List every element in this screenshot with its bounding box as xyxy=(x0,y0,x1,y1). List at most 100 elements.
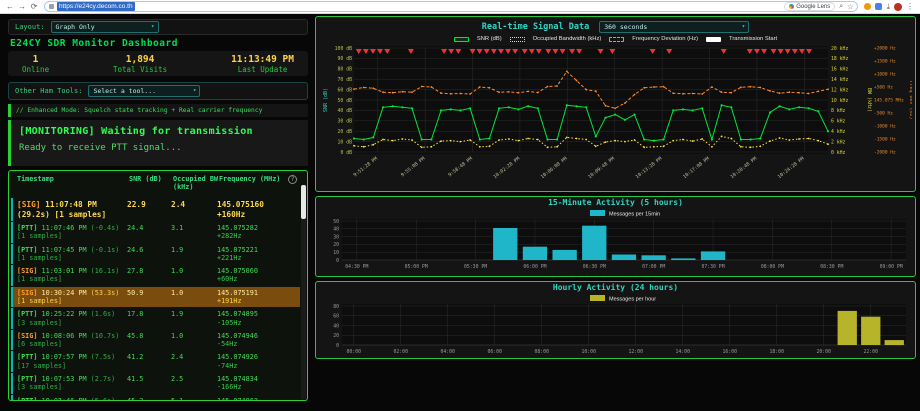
search-icon[interactable]: ⌕ xyxy=(839,3,843,11)
svg-text:06:00: 06:00 xyxy=(488,349,503,355)
cell-timestamp: [PTT] 11:07:46 PM (-0.4s) [1 samples] xyxy=(17,224,127,241)
table-row[interactable]: [PTT] 11:07:46 PM (-0.4s) [1 samples]24.… xyxy=(11,222,300,243)
layout-select[interactable]: Graph Only xyxy=(51,21,159,33)
cell-frequency: 145.075221+221Hz xyxy=(217,246,300,263)
svg-text:02:00: 02:00 xyxy=(394,349,409,355)
svg-text:18 kHz: 18 kHz xyxy=(831,56,848,62)
activity15-title: 15-Minute Activity (5 hours) xyxy=(316,197,915,208)
realtime-chart-panel: Real-time Signal Data 360 seconds SNR (d… xyxy=(315,16,916,192)
cell-timestamp: [PTT] 10:25:22 PM (1.6s) [3 samples] xyxy=(17,310,127,327)
profile-avatar[interactable] xyxy=(894,3,902,11)
cell-timestamp: [PTT] 10:07:46 PM (5.6s) [11 samples] xyxy=(17,397,127,401)
table-row[interactable]: [PTT] 10:07:57 PM (7.5s) [17 samples]41.… xyxy=(11,351,300,372)
legend-label-transmission[interactable]: Transmission Start xyxy=(729,36,777,42)
svg-text:22:00: 22:00 xyxy=(864,349,879,355)
svg-text:16 kHz: 16 kHz xyxy=(831,67,848,73)
table-row[interactable]: [SIG] 10:08:06 PM (10.7s) [6 samples]45.… xyxy=(11,330,300,351)
google-lens-button[interactable]: Google Lens xyxy=(784,2,835,11)
svg-text:12:00: 12:00 xyxy=(629,349,644,355)
cell-bw: 5.1 xyxy=(171,397,217,401)
svg-text:8 kHz: 8 kHz xyxy=(831,108,846,114)
bookmark-star-icon[interactable]: ☆ xyxy=(847,3,853,11)
forward-icon[interactable]: → xyxy=(16,1,28,13)
hourly-chart: 02040608000:0002:0004:0006:0008:0010:001… xyxy=(320,293,912,359)
svg-text:08:00: 08:00 xyxy=(535,349,550,355)
site-info-icon[interactable] xyxy=(49,4,54,9)
cell-bw: 2.5 xyxy=(171,375,217,392)
table-row[interactable]: [SIG] 11:03:01 PM (16.1s) [1 samples]27.… xyxy=(11,265,300,286)
table-scrollbar[interactable] xyxy=(301,185,306,399)
svg-text:40: 40 xyxy=(333,227,339,233)
svg-text:10:20:48 PM: 10:20:48 PM xyxy=(729,156,758,180)
svg-text:09:00 PM: 09:00 PM xyxy=(880,264,903,270)
svg-text:14 kHz: 14 kHz xyxy=(831,77,848,83)
svg-text:20: 20 xyxy=(333,333,339,339)
svg-text:Messages per hour: Messages per hour xyxy=(609,296,656,302)
svg-text:BW (kHz): BW (kHz) xyxy=(866,88,872,112)
svg-text:SNR (dB): SNR (dB) xyxy=(323,88,329,112)
svg-text:145.075 MHz: 145.075 MHz xyxy=(874,98,904,104)
svg-text:100 dB: 100 dB xyxy=(335,46,352,52)
ham-tools-label: Other Ham Tools: xyxy=(15,87,82,95)
ham-tools-select[interactable]: Select a tool... xyxy=(88,85,200,97)
stat-online-value: 1 xyxy=(22,54,49,65)
svg-text:10:09:48 PM: 10:09:48 PM xyxy=(587,156,616,180)
svg-text:20:00: 20:00 xyxy=(817,349,832,355)
downloads-icon[interactable]: ⤓ xyxy=(886,2,890,12)
legend-label-fd[interactable]: Frequency Deviation (Hz) xyxy=(632,36,698,42)
time-range-select[interactable]: 360 seconds xyxy=(599,21,749,33)
table-row[interactable]: [PTT] 10:25:22 PM (1.6s) [3 samples]17.8… xyxy=(11,308,300,329)
legend-label-snr[interactable]: SNR (dB) xyxy=(477,36,502,42)
help-icon[interactable]: ? xyxy=(288,175,297,184)
cell-bw: 1.9 xyxy=(171,310,217,327)
svg-text:20: 20 xyxy=(333,242,339,248)
svg-text:10: 10 xyxy=(333,250,339,256)
signal-tag: [PTT] xyxy=(17,397,37,401)
signal-tag: [SIG] xyxy=(17,267,37,275)
stat-last-update-label: Last Update xyxy=(231,65,294,74)
stat-last-update-value: 11:13:49 PM xyxy=(231,54,294,65)
legend-swatch-bw xyxy=(510,37,525,42)
url-text[interactable]: https://e24cy.decom.co.th xyxy=(57,2,135,11)
signal-tag: [SIG] xyxy=(17,200,40,209)
url-bar[interactable]: https://e24cy.decom.co.th Google Lens ⌕ … xyxy=(44,1,858,12)
extension-icon-1[interactable] xyxy=(864,3,871,10)
cell-timestamp: [SIG] 11:07:48 PM (29.2s) [1 samples] xyxy=(17,200,127,219)
cell-frequency: 145.075191+191Hz xyxy=(217,289,300,306)
cell-bw: 1.0 xyxy=(171,332,217,349)
cell-bw: 3.1 xyxy=(171,224,217,241)
cell-timestamp: [PTT] 10:07:57 PM (7.5s) [17 samples] xyxy=(17,353,127,370)
browser-menu-icon[interactable]: ⋮ xyxy=(906,2,914,11)
svg-text:06:00 PM: 06:00 PM xyxy=(523,264,546,270)
table-row[interactable]: [SIG] 11:07:48 PM (29.2s) [1 samples]22.… xyxy=(11,198,300,221)
svg-text:20 kHz: 20 kHz xyxy=(831,46,848,52)
cell-bw: 2.4 xyxy=(171,353,217,370)
cell-snr: 22.9 xyxy=(127,200,171,219)
table-row[interactable]: [PTT] 10:07:46 PM (5.6s) [11 samples]45.… xyxy=(11,395,300,401)
svg-text:40 dB: 40 dB xyxy=(338,108,353,114)
svg-text:05:30 PM: 05:30 PM xyxy=(464,264,487,270)
signal-tag: [PTT] xyxy=(17,224,37,232)
cell-snr: 24.6 xyxy=(127,246,171,263)
browser-actions: ⤓ ⋮ xyxy=(862,2,916,12)
table-scrollbar-thumb[interactable] xyxy=(301,185,306,219)
reload-icon[interactable]: ⟳ xyxy=(28,1,40,13)
table-row[interactable]: [PTT] 10:07:53 PM (2.7s) [3 samples]41.5… xyxy=(11,373,300,394)
cell-frequency: 145.074834-166Hz xyxy=(217,375,300,392)
back-icon[interactable]: ← xyxy=(4,1,16,13)
svg-text:08:30 PM: 08:30 PM xyxy=(820,264,843,270)
svg-text:16:00: 16:00 xyxy=(723,349,738,355)
signal-tag: [PTT] xyxy=(17,353,37,361)
legend-swatch-fd xyxy=(609,37,624,42)
svg-text:06:30 PM: 06:30 PM xyxy=(583,264,606,270)
stat-online-label: Online xyxy=(22,65,49,74)
svg-text:2 kHz: 2 kHz xyxy=(831,139,846,145)
table-row[interactable]: [PTT] 11:07:45 PM (-0.1s) [1 samples]24.… xyxy=(11,244,300,265)
legend-label-bw[interactable]: Occupied Bandwidth (kHz) xyxy=(533,36,602,42)
cell-snr: 17.8 xyxy=(127,310,171,327)
extension-icon-2[interactable] xyxy=(875,3,882,10)
table-row[interactable]: [SIG] 10:30:24 PM (53.3s) [1 samples]50.… xyxy=(11,287,300,308)
layout-label: Layout: xyxy=(15,23,45,31)
svg-text:0 dB: 0 dB xyxy=(340,150,352,156)
cell-snr: 45.8 xyxy=(127,332,171,349)
